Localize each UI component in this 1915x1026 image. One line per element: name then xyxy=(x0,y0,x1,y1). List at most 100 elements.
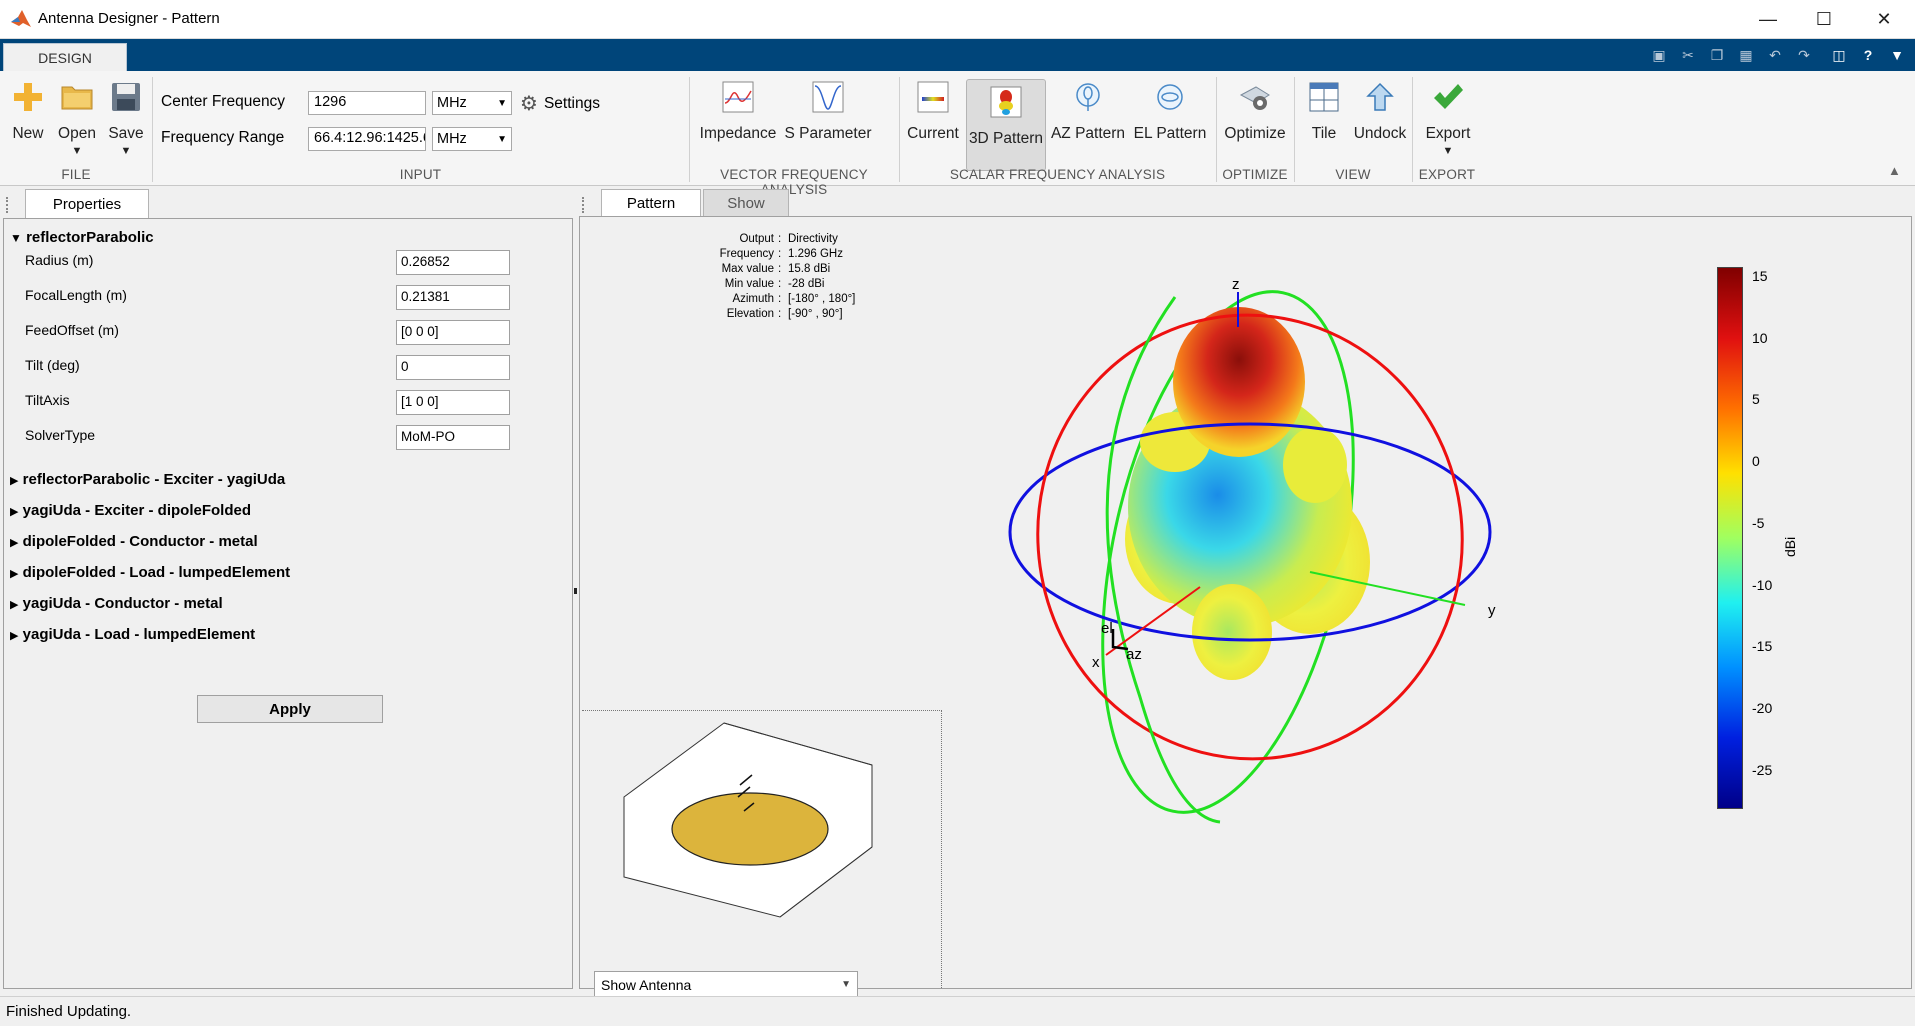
section-exciter-yagiuda[interactable]: ▶ reflectorParabolic - Exciter - yagiUda xyxy=(10,471,285,488)
collapsed-triangle-icon: ▶ xyxy=(10,537,19,549)
az-pattern-button[interactable]: AZ Pattern xyxy=(1050,79,1126,174)
show-select-value: Show Antenna xyxy=(601,976,692,993)
save-label: Save xyxy=(108,125,144,142)
redo-icon[interactable]: ↷ xyxy=(1793,45,1815,65)
impedance-button[interactable]: Impedance xyxy=(698,79,778,174)
section-conductor-dipolefolded[interactable]: ▶ dipoleFolded - Conductor - metal xyxy=(10,533,258,550)
apply-button[interactable]: Apply xyxy=(197,695,383,723)
quick-save-icon[interactable]: ▣ xyxy=(1648,45,1670,65)
section-title: reflectorParabolic - Exciter - yagiUda xyxy=(22,471,286,488)
parabolic-dish xyxy=(671,792,829,866)
plus-icon xyxy=(10,79,46,115)
az-pattern-label: AZ Pattern xyxy=(1050,125,1126,142)
help-icon[interactable]: ? xyxy=(1857,45,1879,65)
tab-design[interactable]: DESIGN xyxy=(3,43,127,72)
options-icon[interactable]: ▼ xyxy=(1886,45,1908,65)
cut-icon[interactable]: ✂ xyxy=(1677,45,1699,65)
property-label: Radius (m) xyxy=(25,252,94,268)
tab-pattern[interactable]: Pattern xyxy=(601,189,701,217)
s-parameter-button[interactable]: S Parameter xyxy=(784,79,872,174)
open-button[interactable]: Open ▼ xyxy=(54,79,100,174)
minimize-icon[interactable]: — xyxy=(1740,0,1796,39)
section-load-yagiuda[interactable]: ▶ yagiUda - Load - lumpedElement xyxy=(10,626,255,643)
info-key: Azimuth xyxy=(732,293,774,305)
antenna-preview xyxy=(582,710,942,988)
copy-icon[interactable]: ❐ xyxy=(1706,45,1728,65)
frequency-range-input[interactable]: 66.4:12.96:1425.6 xyxy=(308,127,426,151)
chevron-down-icon: ▼ xyxy=(1442,145,1454,157)
current-label: Current xyxy=(907,125,959,142)
main-lobe xyxy=(1173,307,1305,457)
info-value: 1.296 GHz xyxy=(788,248,843,260)
maximize-icon[interactable]: ☐ xyxy=(1796,0,1852,39)
colorbar-tick: 5 xyxy=(1752,391,1760,407)
frequency-range-unit-value: MHz xyxy=(437,131,467,147)
switch-windows-icon[interactable]: ◫ xyxy=(1828,45,1850,65)
section-conductor-yagiuda[interactable]: ▶ yagiUda - Conductor - metal xyxy=(10,595,223,612)
show-antenna-select[interactable]: Show Antenna ▼ xyxy=(594,971,858,998)
3d-pattern-plot[interactable]: z y x el az xyxy=(1000,277,1560,837)
frequency-range-label: Frequency Range xyxy=(161,129,285,146)
collapse-toolstrip-icon[interactable]: ▲ xyxy=(1888,163,1901,178)
section-title: yagiUda - Exciter - dipoleFolded xyxy=(22,502,252,519)
property-label: FeedOffset (m) xyxy=(25,322,119,338)
radius-input[interactable]: 0.26852 xyxy=(396,250,510,275)
info-key: Elevation xyxy=(726,308,774,320)
open-label: Open xyxy=(58,125,96,142)
tilt-axis-input[interactable]: [1 0 0] xyxy=(396,390,510,415)
el-pattern-button[interactable]: EL Pattern xyxy=(1130,79,1210,174)
close-icon[interactable]: ✕ xyxy=(1856,0,1912,39)
undo-icon[interactable]: ↶ xyxy=(1764,45,1786,65)
save-button[interactable]: Save ▼ xyxy=(104,79,148,174)
undock-button[interactable]: Undock xyxy=(1352,79,1408,174)
section-reflector-parabolic[interactable]: ▼ reflectorParabolic xyxy=(10,229,154,246)
property-label: FocalLength (m) xyxy=(25,287,127,303)
antenna-geometry[interactable] xyxy=(622,717,902,927)
az-label: az xyxy=(1126,646,1142,663)
center-frequency-unit-select[interactable]: MHz ▼ xyxy=(432,91,512,115)
pattern-info: Output: Directivity Frequency:1.296 GHz M… xyxy=(719,233,856,320)
colorbar-tick: -25 xyxy=(1752,762,1773,778)
status-bar: Finished Updating. xyxy=(0,996,1915,1026)
tilt-input[interactable]: 0 xyxy=(396,355,510,380)
chevron-down-icon: ▼ xyxy=(71,145,83,157)
floppy-disk-icon xyxy=(108,79,144,115)
focal-length-input[interactable]: 0.21381 xyxy=(396,285,510,310)
new-button[interactable]: New xyxy=(6,79,50,174)
export-label: Export xyxy=(1425,125,1471,142)
3d-pattern-button[interactable]: 3D Pattern xyxy=(966,79,1046,171)
current-button[interactable]: Current xyxy=(904,79,962,174)
plot-panel: Pattern Show Output: Directivity Frequenc… xyxy=(579,189,1912,998)
section-load-dipolefolded[interactable]: ▶ dipoleFolded - Load - lumpedElement xyxy=(10,564,290,581)
impedance-label: Impedance xyxy=(699,125,777,142)
optimize-gear-icon xyxy=(1237,79,1273,115)
colorbar-tick: 15 xyxy=(1752,268,1768,284)
optimize-button[interactable]: Optimize xyxy=(1220,79,1290,174)
current-plot-icon xyxy=(915,79,951,115)
property-label: TiltAxis xyxy=(25,392,70,408)
tile-button[interactable]: Tile xyxy=(1300,79,1348,174)
folder-icon xyxy=(59,79,95,115)
tab-show[interactable]: Show xyxy=(703,189,789,217)
colorbar-tick: -10 xyxy=(1752,577,1773,593)
toolstrip-tabs: DESIGN ▣ ✂ ❐ ▦ ↶ ↷ ◫ ? ▼ xyxy=(0,39,1915,72)
section-title: yagiUda - Conductor - metal xyxy=(22,595,223,612)
group-label-view: VIEW xyxy=(1335,167,1371,182)
shoulder-lobe xyxy=(1283,427,1347,503)
feed-offset-input[interactable]: [0 0 0] xyxy=(396,320,510,345)
info-value: [-180° , 180°] xyxy=(788,293,856,305)
center-frequency-label: Center Frequency xyxy=(161,93,286,110)
el-pattern-icon xyxy=(1152,79,1188,115)
center-frequency-input[interactable]: 1296 xyxy=(308,91,426,115)
solver-type-input[interactable]: MoM-PO xyxy=(396,425,510,450)
section-title: yagiUda - Load - lumpedElement xyxy=(22,626,256,643)
export-button[interactable]: Export ▼ xyxy=(1418,79,1478,174)
y-axis-label: y xyxy=(1488,602,1496,619)
paste-icon[interactable]: ▦ xyxy=(1735,45,1757,65)
tab-properties[interactable]: Properties xyxy=(25,189,149,219)
tile-label: Tile xyxy=(1311,125,1337,142)
frequency-range-unit-select[interactable]: MHz ▼ xyxy=(432,127,512,151)
settings-label: Settings xyxy=(543,94,600,112)
section-exciter-dipolefolded[interactable]: ▶ yagiUda - Exciter - dipoleFolded xyxy=(10,502,251,519)
settings-button[interactable]: ⚙ Settings xyxy=(520,91,600,116)
